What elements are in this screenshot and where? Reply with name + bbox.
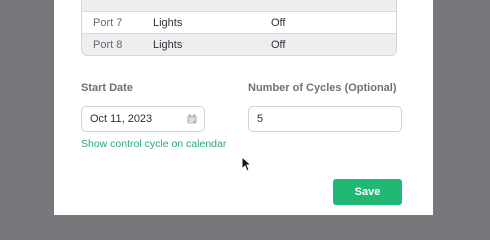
- table-row[interactable]: Port 8 Lights Off: [82, 33, 396, 55]
- port-cell: Port 7: [93, 17, 123, 29]
- start-date-value: Oct 11, 2023: [90, 113, 153, 125]
- port-cell: Port 8: [93, 39, 123, 51]
- start-date-label: Start Date: [81, 82, 133, 94]
- save-button[interactable]: Save: [333, 179, 402, 205]
- state-cell: Off: [271, 17, 286, 29]
- cycles-label: Number of Cycles (Optional): [248, 82, 397, 94]
- state-cell: Off: [271, 39, 286, 51]
- show-on-calendar-link[interactable]: Show control cycle on calendar: [81, 138, 226, 150]
- mouse-cursor-icon: [241, 156, 251, 172]
- table-row[interactable]: Port 7 Lights Off: [82, 11, 396, 34]
- cycles-input[interactable]: 5: [248, 106, 402, 132]
- ports-table: Port 7 Lights Off Port 8 Lights Off: [81, 0, 397, 56]
- calendar-icon[interactable]: [187, 114, 197, 124]
- start-date-input[interactable]: Oct 11, 2023: [81, 106, 205, 132]
- device-type-cell: Lights: [153, 39, 183, 51]
- device-type-cell: Lights: [153, 17, 183, 29]
- control-cycle-modal: Port 7 Lights Off Port 8 Lights Off Star…: [54, 0, 433, 215]
- cycles-value: 5: [257, 113, 264, 125]
